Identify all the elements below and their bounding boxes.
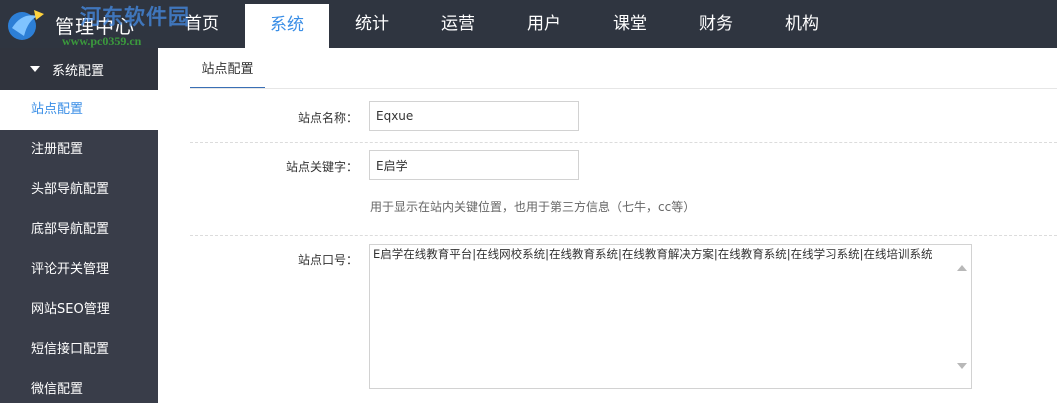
sidebar: 系统配置 站点配置 注册配置 头部导航配置 底部导航配置 评论开关管理 网站SE…: [0, 48, 158, 403]
sidebar-group-label: 系统配置: [52, 64, 105, 79]
keyword-hint: 用于显示在站内关键位置，也用于第三方信息（七牛，cc等）: [370, 200, 696, 214]
sub-tab-site-config[interactable]: 站点配置: [190, 54, 265, 89]
top-nav-bar: 管理中心 河东软件园 www.pc0359.cn 首页 系统 统计 运营 用户 …: [0, 0, 1057, 48]
watermark-url: www.pc0359.cn: [62, 34, 142, 48]
tab-institution[interactable]: 机构: [760, 0, 844, 48]
site-slogan-text: E启学在线教育平台|在线网校系统|在线教育系统|在线教育解决方案|在线教育系统|…: [373, 247, 933, 261]
caret-down-icon: [30, 66, 40, 72]
textarea-scrollbar[interactable]: [954, 245, 971, 388]
site-name-label: 站点名称：: [297, 111, 358, 125]
sidebar-item-header-nav-config[interactable]: 头部导航配置: [0, 170, 158, 210]
brand: 管理中心 河东软件园 www.pc0359.cn: [0, 0, 189, 48]
sidebar-item-register-config[interactable]: 注册配置: [0, 130, 158, 170]
tab-operations[interactable]: 运营: [416, 0, 500, 48]
tab-finance[interactable]: 财务: [674, 0, 758, 48]
sidebar-item-sms-config[interactable]: 短信接口配置: [0, 330, 158, 370]
site-keyword-label: 站点关键字：: [285, 160, 358, 174]
tab-classroom[interactable]: 课堂: [588, 0, 672, 48]
sidebar-item-wechat-config[interactable]: 微信配置: [0, 370, 158, 410]
sidebar-item-seo[interactable]: 网站SEO管理: [0, 290, 158, 330]
sub-tab-divider: [190, 88, 1057, 89]
site-keyword-input[interactable]: [369, 150, 579, 180]
site-slogan-textarea[interactable]: E启学在线教育平台|在线网校系统|在线教育系统|在线教育解决方案|在线教育系统|…: [369, 244, 972, 389]
sidebar-group-system-config[interactable]: 系统配置: [0, 48, 158, 90]
sidebar-item-comment-switch[interactable]: 评论开关管理: [0, 250, 158, 290]
sidebar-item-site-config[interactable]: 站点配置: [0, 90, 158, 130]
site-name-input[interactable]: [369, 101, 579, 131]
app-logo-icon: [8, 10, 44, 40]
site-slogan-label: 站点口号：: [297, 253, 358, 267]
sidebar-item-footer-nav-config[interactable]: 底部导航配置: [0, 210, 158, 250]
tab-home[interactable]: 首页: [160, 0, 244, 48]
tab-users[interactable]: 用户: [502, 0, 586, 48]
scroll-up-icon[interactable]: [957, 265, 967, 271]
divider: [190, 142, 1057, 143]
scroll-down-icon[interactable]: [957, 363, 967, 369]
tab-statistics[interactable]: 统计: [330, 0, 414, 48]
divider: [190, 235, 1057, 236]
tab-system[interactable]: 系统: [245, 4, 329, 48]
